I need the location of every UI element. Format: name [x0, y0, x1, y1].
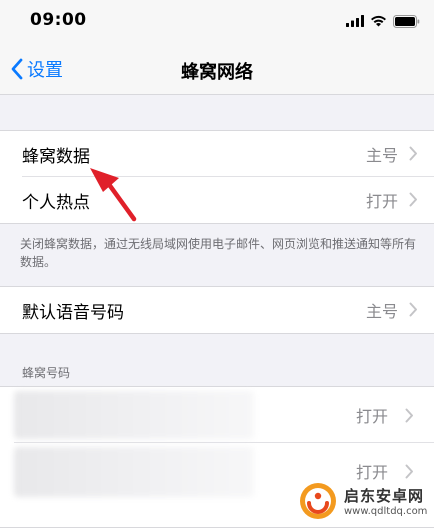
cellular-settings-group: 蜂窝数据 主号 个人热点 打开 — [0, 130, 434, 224]
blurred-number — [14, 447, 254, 497]
wifi-icon — [371, 15, 386, 27]
status-icons — [346, 13, 420, 29]
chevron-right-icon — [409, 192, 417, 207]
navigation-bar: 设置 蜂窝网络 — [0, 44, 434, 95]
page-title: 蜂窝网络 — [181, 62, 253, 83]
row-label: 默认语音号码 — [22, 302, 124, 323]
section-header-cellular-numbers: 蜂窝号码 — [22, 366, 71, 380]
row-value: 打开 — [355, 407, 388, 426]
chevron-right-icon — [405, 464, 413, 479]
row-value: 主号 — [365, 302, 398, 321]
chevron-right-icon — [409, 302, 417, 317]
chevron-right-icon — [409, 146, 417, 161]
watermark-url: www.qdltdq.com — [344, 506, 428, 517]
row-value: 主号 — [365, 146, 398, 165]
site-watermark: 启东安卓网 www.qdltdq.com — [298, 480, 430, 522]
row-default-voice-number[interactable]: 默认语音号码 主号 — [0, 287, 434, 333]
status-time: 09:00 — [30, 10, 87, 30]
default-voice-group: 默认语音号码 主号 — [0, 286, 434, 334]
watermark-logo-icon — [300, 483, 336, 519]
row-cellular-number[interactable]: 打开 — [0, 387, 434, 443]
row-cellular-data[interactable]: 蜂窝数据 主号 — [0, 131, 434, 177]
row-personal-hotspot[interactable]: 个人热点 打开 — [0, 177, 434, 223]
signal-icon — [346, 15, 364, 27]
cellular-data-footnote: 关闭蜂窝数据，通过无线局域网使用电子邮件、网页浏览和推送通知等所有数据。 — [20, 237, 417, 269]
row-value: 打开 — [365, 192, 398, 211]
watermark-name: 启东安卓网 — [344, 487, 425, 505]
row-label: 个人热点 — [22, 192, 90, 213]
status-bar: 09:00 — [0, 0, 434, 44]
battery-icon — [393, 14, 420, 28]
row-label: 蜂窝数据 — [22, 146, 90, 167]
chevron-right-icon — [405, 408, 413, 423]
blurred-number — [14, 391, 254, 439]
